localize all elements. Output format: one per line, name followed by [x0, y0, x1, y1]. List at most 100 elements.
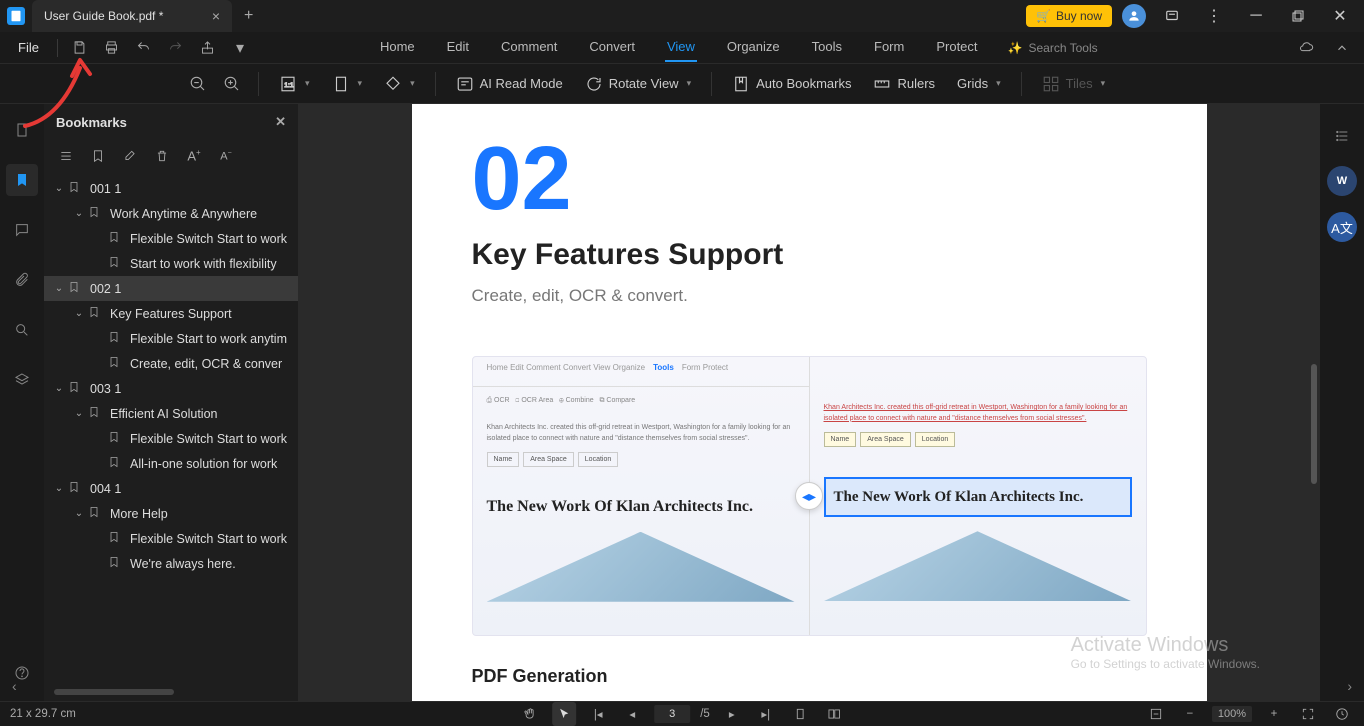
nav-next-icon[interactable]: ›	[1347, 678, 1352, 694]
collapse-ribbon-icon[interactable]	[1328, 34, 1356, 62]
notifications-icon[interactable]	[1156, 0, 1188, 32]
tab-convert[interactable]: Convert	[587, 33, 637, 62]
layers-panel-icon[interactable]	[6, 364, 38, 396]
fit-width-icon[interactable]	[1144, 702, 1168, 726]
thumbnail-panel-icon[interactable]	[6, 114, 38, 146]
auto-bookmarks-button[interactable]: Auto Bookmarks	[724, 69, 859, 99]
last-page-icon[interactable]: ▸|	[754, 702, 778, 726]
bookmark-item[interactable]: Flexible Switch Start to work	[44, 526, 298, 551]
font-increase-icon[interactable]: A+	[184, 146, 204, 166]
word-export-icon[interactable]: W	[1327, 166, 1357, 196]
bookmark-item[interactable]: ⌄Work Anytime & Anywhere	[44, 201, 298, 226]
search-panel-icon[interactable]	[6, 314, 38, 346]
tree-twisty-icon[interactable]: ⌄	[72, 208, 86, 219]
tree-twisty-icon[interactable]: ⌄	[72, 408, 86, 419]
save-icon[interactable]	[66, 34, 94, 62]
new-tab-button[interactable]: +	[232, 7, 265, 25]
tree-twisty-icon[interactable]: ⌄	[72, 308, 86, 319]
attachments-panel-icon[interactable]	[6, 264, 38, 296]
properties-icon[interactable]	[1328, 122, 1356, 150]
rulers-button[interactable]: Rulers	[865, 69, 943, 99]
ai-read-mode-button[interactable]: AI Read Mode	[448, 69, 571, 99]
share-icon[interactable]	[194, 34, 222, 62]
tree-twisty-icon[interactable]: ⌄	[52, 383, 66, 394]
translate-icon[interactable]: A文	[1327, 212, 1357, 242]
user-avatar[interactable]	[1122, 4, 1146, 28]
bookmark-item[interactable]: Flexible Start to work anytim	[44, 326, 298, 351]
tab-home[interactable]: Home	[378, 33, 417, 62]
grids-button[interactable]: Grids▾	[949, 70, 1009, 97]
zoom-out-status-icon[interactable]: −	[1178, 702, 1202, 726]
tree-twisty-icon[interactable]: ⌄	[52, 183, 66, 194]
tree-twisty-icon[interactable]: ⌄	[52, 483, 66, 494]
rename-icon[interactable]	[120, 146, 140, 166]
print-icon[interactable]	[98, 34, 126, 62]
close-tab-icon[interactable]: ×	[212, 8, 220, 24]
bookmark-item[interactable]: ⌄002 1	[44, 276, 298, 301]
close-panel-icon[interactable]: ✕	[275, 114, 286, 130]
tiles-button[interactable]: Tiles▾	[1034, 69, 1114, 99]
bookmark-item[interactable]: ⌄004 1	[44, 476, 298, 501]
select-tool-icon[interactable]	[552, 702, 576, 726]
file-menu[interactable]: File	[8, 36, 49, 59]
page-input[interactable]	[654, 705, 690, 723]
hand-tool-icon[interactable]	[518, 702, 542, 726]
bookmark-item[interactable]: Start to work with flexibility	[44, 251, 298, 276]
undo-icon[interactable]	[130, 34, 158, 62]
zoom-in-status-icon[interactable]: +	[1262, 702, 1286, 726]
first-page-icon[interactable]: |◂	[586, 702, 610, 726]
dropdown-icon[interactable]: ▾	[226, 34, 254, 62]
close-window-button[interactable]: ✕	[1324, 0, 1356, 32]
bookmark-item[interactable]: All-in-one solution for work	[44, 451, 298, 476]
buy-now-button[interactable]: 🛒 Buy now	[1026, 5, 1112, 27]
bookmarks-panel-icon[interactable]	[6, 164, 38, 196]
zoom-out-icon[interactable]	[184, 70, 212, 98]
search-tools[interactable]: ✨ Search Tools	[1008, 41, 1098, 55]
expand-all-icon[interactable]	[56, 146, 76, 166]
bookmark-item[interactable]: ⌄More Help	[44, 501, 298, 526]
background-button[interactable]: ▾	[376, 69, 423, 99]
comments-panel-icon[interactable]	[6, 214, 38, 246]
tab-edit[interactable]: Edit	[445, 33, 471, 62]
tree-twisty-icon[interactable]: ⌄	[72, 508, 86, 519]
maximize-button[interactable]	[1282, 0, 1314, 32]
font-decrease-icon[interactable]: A−	[216, 146, 236, 166]
fullscreen-icon[interactable]	[1296, 702, 1320, 726]
rotate-view-button[interactable]: Rotate View▾	[577, 69, 699, 99]
minimize-button[interactable]: ─	[1240, 0, 1272, 32]
delete-icon[interactable]	[152, 146, 172, 166]
two-page-view-icon[interactable]	[822, 702, 846, 726]
next-page-icon[interactable]: ▸	[720, 702, 744, 726]
zoom-in-icon[interactable]	[218, 70, 246, 98]
bookmark-item[interactable]: ⌄003 1	[44, 376, 298, 401]
cloud-icon[interactable]	[1292, 34, 1320, 62]
tab-protect[interactable]: Protect	[934, 33, 979, 62]
horizontal-scrollbar[interactable]	[54, 689, 288, 697]
bookmark-item[interactable]: We're always here.	[44, 551, 298, 576]
tree-twisty-icon[interactable]: ⌄	[52, 283, 66, 294]
bookmark-item[interactable]: ⌄Efficient AI Solution	[44, 401, 298, 426]
add-bookmark-icon[interactable]	[88, 146, 108, 166]
bookmark-item[interactable]: Flexible Switch Start to work	[44, 426, 298, 451]
bookmark-item[interactable]: ⌄001 1	[44, 176, 298, 201]
bookmark-item[interactable]: Create, edit, OCR & conver	[44, 351, 298, 376]
more-icon[interactable]: ⋮	[1198, 0, 1230, 32]
bookmark-item[interactable]: Flexible Switch Start to work	[44, 226, 298, 251]
single-page-view-icon[interactable]	[788, 702, 812, 726]
nav-prev-icon[interactable]: ‹	[12, 678, 17, 694]
tab-form[interactable]: Form	[872, 33, 906, 62]
page-layout-button[interactable]: ▾	[324, 69, 371, 99]
prev-page-icon[interactable]: ◂	[620, 702, 644, 726]
vertical-scrollbar[interactable]	[1311, 364, 1317, 484]
tab-tools[interactable]: Tools	[810, 33, 844, 62]
document-area[interactable]: 02 Key Features Support Create, edit, OC…	[298, 104, 1320, 701]
read-mode-icon[interactable]	[1330, 702, 1354, 726]
document-tab[interactable]: User Guide Book.pdf * ×	[32, 0, 232, 32]
tab-comment[interactable]: Comment	[499, 33, 559, 62]
redo-icon[interactable]	[162, 34, 190, 62]
tab-view[interactable]: View	[665, 33, 697, 62]
fit-page-button[interactable]: 1:1▾	[271, 69, 318, 99]
tab-organize[interactable]: Organize	[725, 33, 782, 62]
bookmark-item[interactable]: ⌄Key Features Support	[44, 301, 298, 326]
zoom-display[interactable]: 100%	[1212, 706, 1252, 722]
